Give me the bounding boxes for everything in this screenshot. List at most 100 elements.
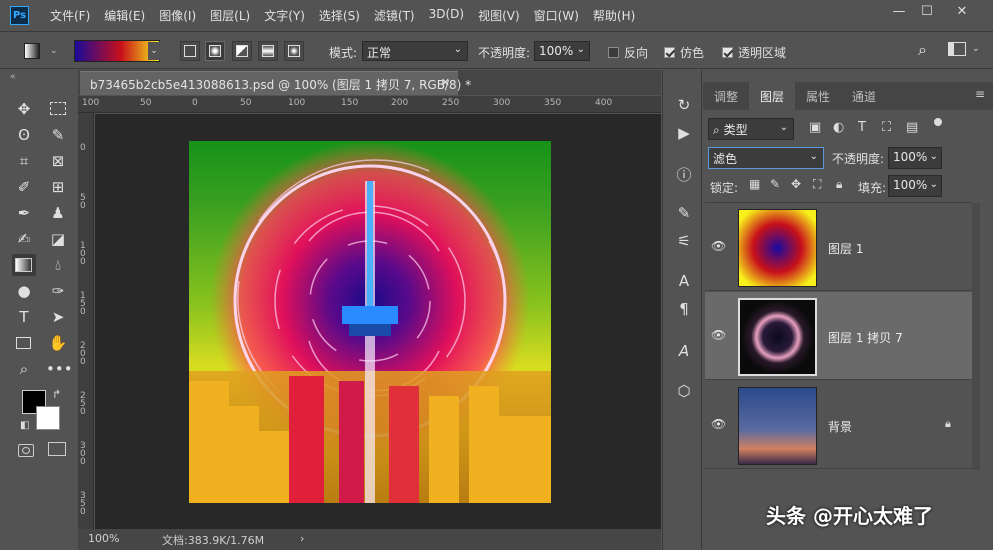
close-window-button[interactable]: ✕ [947, 4, 977, 22]
gradient-dropdown-icon[interactable]: ⌄ [148, 42, 160, 60]
reflected-gradient-button[interactable] [258, 41, 278, 61]
marquee-icon[interactable] [46, 98, 70, 120]
mode-select[interactable]: 正常 ⌄ [362, 41, 468, 61]
search-icon[interactable]: ⌕ [918, 40, 927, 60]
workspace-icon[interactable] [948, 42, 966, 56]
history-icon[interactable]: ↻ [673, 96, 695, 116]
lock-all-icon[interactable]: 🔒︎ [836, 177, 842, 192]
tab-properties[interactable]: 属性 [795, 82, 841, 110]
background-color-swatch[interactable] [36, 406, 60, 430]
layer-row[interactable]: 👁︎ 图层 1 拷贝 7 [705, 292, 972, 380]
tab-layers[interactable]: 图层 [749, 82, 796, 110]
eye-icon[interactable]: 👁︎ [711, 328, 727, 342]
lock-position-icon[interactable]: ✥ [791, 177, 801, 191]
panel-menu-icon[interactable]: ≡ [975, 87, 985, 101]
vertical-ruler[interactable]: 0 5 0 1 0 0 1 5 0 2 0 0 2 5 0 3 0 0 3 5 … [78, 113, 94, 529]
info-icon[interactable]: ⓘ [673, 164, 695, 184]
dodge-icon[interactable]: ● [12, 280, 36, 302]
opacity-input[interactable]: 100% ⌄ [534, 41, 590, 61]
lasso-icon[interactable]: ʘ [12, 124, 36, 146]
reverse-check[interactable] [608, 47, 619, 58]
maximize-button[interactable]: ☐ [912, 4, 942, 22]
more-icon[interactable]: ••• [46, 358, 73, 380]
minimize-button[interactable]: — [884, 4, 914, 22]
menu-image[interactable]: 图像(I) [152, 7, 203, 24]
3d-icon[interactable]: ⬡ [673, 382, 695, 402]
layer-row[interactable]: 👁︎ 图层 1 [705, 203, 972, 291]
tab-channels[interactable]: 通道 [841, 82, 887, 110]
quick-mask-icon[interactable] [18, 444, 34, 457]
menu-window[interactable]: 窗口(W) [527, 7, 586, 24]
close-tab-icon[interactable]: ✕ [441, 76, 450, 89]
filter-type-icon[interactable]: T [858, 120, 866, 135]
menu-select[interactable]: 选择(S) [312, 7, 367, 24]
angle-gradient-button[interactable] [232, 41, 252, 61]
layer-row[interactable]: 👁︎ 背景 🔒︎ [705, 381, 972, 469]
hand-icon[interactable]: ✋ [46, 332, 70, 354]
pen-icon[interactable]: ✑ [46, 280, 70, 302]
filter-shape-icon[interactable]: ⛶ [882, 120, 891, 135]
transparency-check[interactable] [722, 47, 733, 58]
blur-icon[interactable]: 💧︎ [46, 254, 70, 276]
menu-3d[interactable]: 3D(D) [422, 7, 471, 24]
horizontal-ruler[interactable]: 100 50 0 50 100 150 200 250 300 350 400 [78, 96, 661, 113]
filter-pixel-icon[interactable]: ▣ [809, 120, 821, 135]
brush-icon[interactable]: ✒ [12, 202, 36, 224]
layer-opacity-input[interactable]: 100% ⌄ [888, 147, 942, 169]
eye-icon[interactable]: 👁︎ [711, 417, 727, 431]
filter-smart-object-icon[interactable]: ▤ [906, 120, 918, 135]
tab-adjustments[interactable]: 调整 [703, 82, 749, 110]
stamp-icon[interactable]: ♟ [46, 202, 70, 224]
menu-help[interactable]: 帮助(H) [586, 7, 642, 24]
status-menu-icon[interactable]: › [300, 532, 304, 545]
menu-layer[interactable]: 图层(L) [203, 7, 257, 24]
crop-icon[interactable]: ⌗ [12, 150, 36, 172]
tool-preset-picker[interactable] [12, 41, 44, 61]
menu-view[interactable]: 视图(V) [471, 7, 527, 24]
dither-checkbox[interactable]: 仿色 [664, 44, 704, 61]
eyedropper-icon[interactable]: ✐ [12, 176, 36, 198]
swap-colors-icon[interactable]: ↱ [52, 388, 61, 401]
default-colors-icon[interactable]: ◧ [20, 420, 29, 431]
layer-filter-select[interactable]: ⌕ 类型 ⌄ [708, 118, 794, 140]
radial-gradient-button[interactable] [205, 41, 225, 61]
quick-select-icon[interactable]: ✎ [46, 124, 70, 146]
layers-scrollbar[interactable] [972, 203, 980, 470]
adjustments-icon[interactable]: ⚟ [673, 232, 695, 252]
document-tab[interactable]: b73465b2cb5e413088613.psd @ 100% (图层 1 拷… [80, 71, 471, 95]
brushes-icon[interactable]: ✎ [673, 204, 695, 224]
collapse-toolbar-icon[interactable]: « [10, 72, 16, 82]
linear-gradient-button[interactable] [180, 41, 200, 61]
menu-edit[interactable]: 编辑(E) [97, 7, 152, 24]
filter-adjustment-icon[interactable]: ◐ [833, 120, 844, 135]
paragraph-icon[interactable]: ¶ [673, 300, 695, 320]
transparency-checkbox[interactable]: 透明区域 [722, 44, 786, 61]
zoom-icon[interactable]: ⌕ [12, 358, 36, 380]
rectangle-icon[interactable] [12, 332, 36, 354]
eye-icon[interactable]: 👁︎ [711, 239, 727, 253]
healing-icon[interactable]: ⊞ [46, 176, 70, 198]
screen-mode-icon[interactable] [48, 442, 66, 456]
frame-icon[interactable]: ⊠ [46, 150, 70, 172]
dither-check[interactable] [664, 47, 675, 58]
document-canvas[interactable] [189, 141, 551, 503]
history-brush-icon[interactable]: ✍ [12, 228, 36, 250]
actions-icon[interactable]: ▶ [673, 124, 695, 144]
diamond-gradient-button[interactable] [284, 41, 304, 61]
glyphs-icon[interactable]: A [673, 342, 695, 362]
menu-filter[interactable]: 滤镜(T) [367, 7, 422, 24]
reverse-checkbox[interactable]: 反向 [608, 44, 648, 61]
path-select-icon[interactable]: ➤ [46, 306, 70, 328]
blend-mode-select[interactable]: 滤色 ⌄ [708, 147, 824, 169]
zoom-level[interactable]: 100% [88, 532, 119, 545]
fill-input[interactable]: 100% ⌄ [888, 175, 942, 197]
menu-type[interactable]: 文字(Y) [257, 7, 312, 24]
lock-artboard-icon[interactable]: ⛶ [813, 177, 821, 192]
lock-pixels-icon[interactable]: ✎ [770, 177, 780, 191]
menu-file[interactable]: 文件(F) [43, 7, 97, 24]
lock-transparent-icon[interactable]: ▦ [749, 177, 760, 191]
eraser-icon[interactable]: ◪ [46, 228, 70, 250]
gradient-icon[interactable] [12, 254, 36, 276]
type-icon[interactable]: T [12, 306, 36, 328]
character-icon[interactable]: A [673, 272, 695, 292]
